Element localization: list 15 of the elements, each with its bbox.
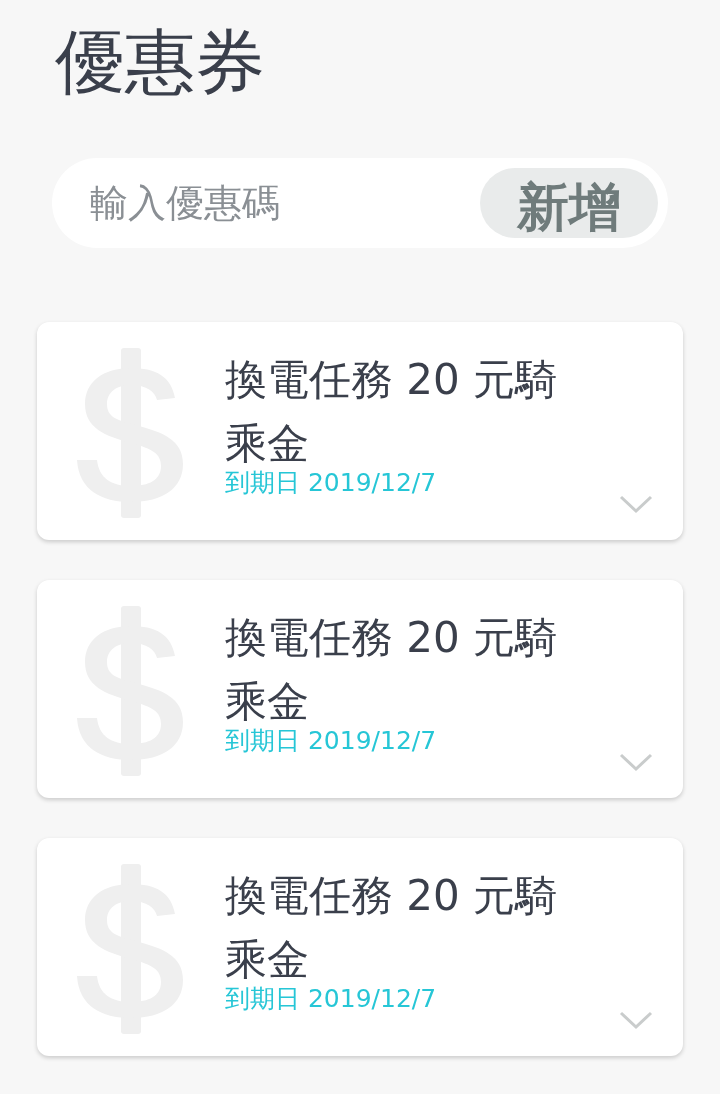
coupon-code-field[interactable]: 輸入優惠碼 新增 (52, 158, 668, 248)
chevron-icon[interactable] (619, 1010, 653, 1030)
chevron-icon[interactable] (619, 494, 653, 514)
page-title: 優惠券 (55, 20, 265, 105)
coupon-title: 換電任務 20 元騎乘金 (225, 354, 559, 470)
expiry-date: 到期日 2019/12/7 (225, 468, 437, 498)
coupon-card[interactable]: 換電任務 20 元騎乘金 到期日 2019/12/7 (37, 580, 683, 798)
coupon-title: 換電任務 20 元騎乘金 (225, 612, 559, 728)
add-button[interactable]: 新增 (480, 168, 658, 238)
expiry-date: 到期日 2019/12/7 (225, 984, 437, 1014)
coupon-card[interactable]: 換電任務 20 元騎乘金 到期日 2019/12/7 (37, 838, 683, 1056)
coupon-card[interactable]: 換電任務 20 元騎乘金 到期日 2019/12/7 (37, 322, 683, 540)
coupon-title: 換電任務 20 元騎乘金 (225, 870, 559, 986)
chevron-icon[interactable] (619, 752, 653, 772)
expiry-date: 到期日 2019/12/7 (225, 726, 437, 756)
